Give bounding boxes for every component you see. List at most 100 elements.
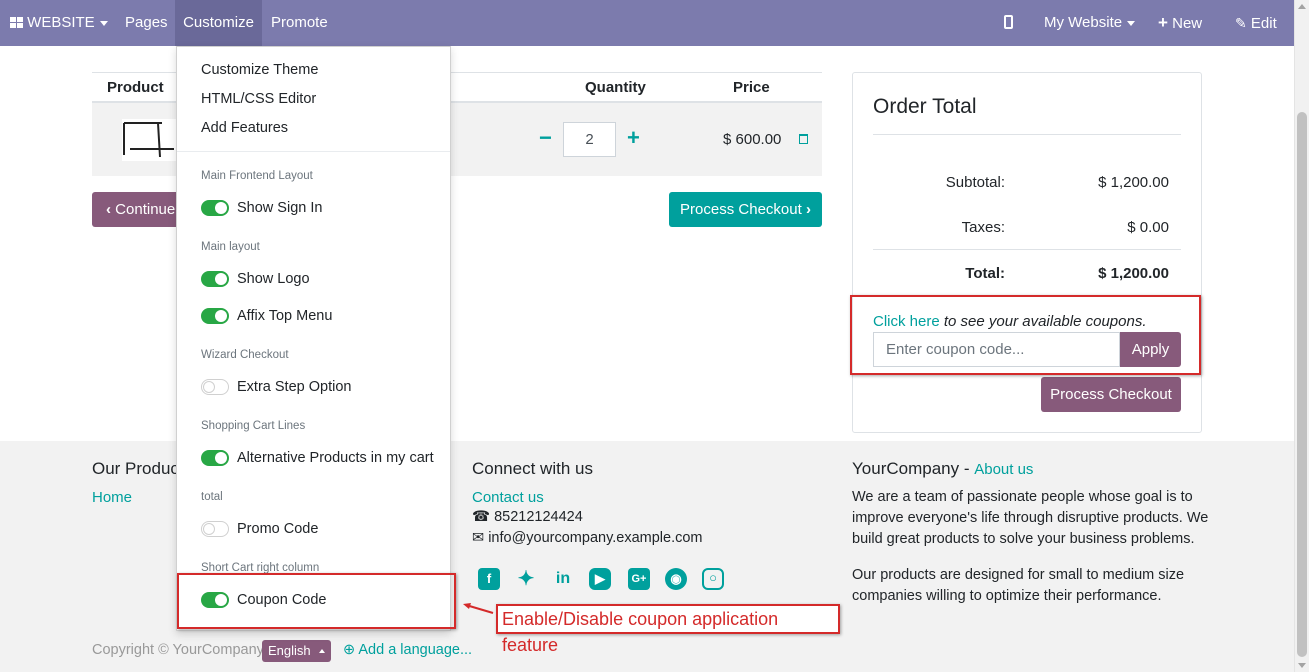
- toggle-extra-step[interactable]: [201, 379, 229, 395]
- quantity-column-header: Quantity: [585, 79, 646, 96]
- language-selector[interactable]: English: [262, 640, 331, 662]
- option-label[interactable]: Affix Top Menu: [237, 308, 332, 324]
- website-menu[interactable]: WEBSITE: [10, 0, 108, 46]
- toggle-alternative-products[interactable]: [201, 450, 229, 466]
- scroll-down-icon[interactable]: [1298, 663, 1306, 668]
- coupon-highlight-box: [850, 295, 1201, 375]
- mobile-preview-button[interactable]: [1004, 0, 1013, 46]
- footer-home-link[interactable]: Home: [92, 489, 132, 506]
- footer-company-title: YourCompany - About us: [852, 459, 1033, 479]
- twitter-icon[interactable]: ✦: [515, 568, 537, 590]
- process-checkout-button[interactable]: Process Checkout ›: [669, 192, 822, 227]
- order-total-title: Order Total: [873, 95, 977, 118]
- checkout-label: Process Checkout: [680, 201, 802, 218]
- edit-label: Edit: [1250, 15, 1277, 32]
- menu-item-html-css-editor[interactable]: HTML/CSS Editor: [201, 91, 316, 107]
- add-language-link[interactable]: ⊕ Add a language...: [343, 642, 472, 658]
- toggle-show-sign-in[interactable]: [201, 200, 229, 216]
- coupon-toggle-highlight-box: [177, 573, 456, 629]
- google-plus-icon[interactable]: G+: [628, 568, 650, 590]
- title-separator: -: [959, 459, 975, 478]
- scrollbar-thumb[interactable]: [1297, 112, 1307, 657]
- continue-shopping-button[interactable]: ‹ Continue: [92, 192, 182, 227]
- option-label[interactable]: Show Logo: [237, 271, 310, 287]
- footer-phone: ☎ 85212124424: [472, 507, 583, 528]
- envelope-icon: ✉: [472, 530, 485, 546]
- footer-products-title: Our Produc: [92, 459, 179, 478]
- trash-icon[interactable]: [799, 134, 808, 144]
- pages-menu[interactable]: Pages: [125, 0, 168, 46]
- option-label[interactable]: Extra Step Option: [237, 379, 351, 395]
- instagram-icon[interactable]: ○: [702, 568, 724, 590]
- language-label: English: [268, 643, 311, 658]
- add-language-label: Add a language...: [358, 642, 473, 658]
- quantity-minus-button[interactable]: −: [539, 126, 552, 150]
- menu-item-add-features[interactable]: Add Features: [201, 120, 288, 136]
- taxes-value: $ 0.00: [1127, 219, 1169, 236]
- subtotal-label: Subtotal:: [945, 174, 1005, 191]
- footer-about-text: We are a team of passionate people whose…: [852, 489, 1209, 547]
- annotation-label: Enable/Disable coupon application featur…: [496, 604, 840, 655]
- email-address: info@yourcompany.example.com: [488, 530, 703, 546]
- pencil-icon: ✎: [1235, 15, 1247, 31]
- section-header: total: [201, 491, 223, 503]
- phone-number: 85212124424: [494, 509, 583, 525]
- promote-menu[interactable]: Promote: [271, 0, 328, 46]
- caret-down-icon: [99, 20, 108, 26]
- chevron-left-icon: ‹: [106, 201, 111, 218]
- my-website-menu[interactable]: My Website: [1044, 0, 1136, 46]
- product-column-header: Product: [107, 79, 164, 96]
- quantity-plus-button[interactable]: +: [627, 126, 640, 150]
- new-button[interactable]: + New: [1158, 0, 1202, 46]
- menu-divider: [177, 151, 450, 152]
- linkedin-icon[interactable]: in: [552, 568, 574, 590]
- footer-contact-link[interactable]: Contact us: [472, 489, 544, 506]
- total-value: $ 1,200.00: [1098, 265, 1169, 282]
- about-us-link[interactable]: About us: [974, 461, 1033, 478]
- youtube-icon[interactable]: ▶: [589, 568, 611, 590]
- toggle-promo-code[interactable]: [201, 521, 229, 537]
- subtotal-value: $ 1,200.00: [1098, 174, 1169, 191]
- taxes-label: Taxes:: [961, 219, 1005, 236]
- company-name: YourCompany: [852, 459, 960, 478]
- phone-icon: ☎: [472, 509, 491, 525]
- caret-down-icon: [1127, 20, 1136, 26]
- plus-circle-icon: ⊕: [343, 642, 356, 658]
- my-website-label: My Website: [1044, 14, 1123, 31]
- section-header: Main layout: [201, 241, 260, 253]
- footer-connect-title: Connect with us: [472, 459, 593, 478]
- continue-label: Continue: [115, 201, 176, 218]
- plus-icon: +: [1158, 13, 1168, 32]
- caret-up-icon: [319, 649, 325, 653]
- section-header: Shopping Cart Lines: [201, 420, 306, 432]
- section-header: Wizard Checkout: [201, 349, 289, 361]
- option-label[interactable]: Alternative Products in my cart: [237, 450, 434, 466]
- mobile-icon: [1004, 15, 1013, 29]
- edit-button[interactable]: ✎ Edit: [1235, 0, 1277, 46]
- option-label[interactable]: Show Sign In: [237, 200, 322, 216]
- copyright: Copyright © YourCompany: [92, 642, 264, 658]
- scroll-up-icon[interactable]: [1298, 4, 1306, 9]
- toggle-show-logo[interactable]: [201, 271, 229, 287]
- chevron-right-icon: ›: [805, 201, 811, 218]
- customize-dropdown: Customize Theme HTML/CSS Editor Add Feat…: [176, 46, 451, 631]
- product-image[interactable]: [122, 119, 178, 161]
- option-label[interactable]: Promo Code: [237, 521, 318, 537]
- github-icon[interactable]: ◉: [665, 568, 687, 590]
- menu-item-customize-theme[interactable]: Customize Theme: [201, 62, 318, 78]
- facebook-icon[interactable]: f: [478, 568, 500, 590]
- footer-products-text: Our products are designed for small to m…: [852, 567, 1185, 604]
- top-navbar: WEBSITE Pages Customize Promote My Websi…: [0, 0, 1294, 46]
- quantity-input[interactable]: [563, 122, 616, 157]
- footer-email: ✉ info@yourcompany.example.com: [472, 528, 703, 549]
- apps-grid-icon: [10, 1, 23, 28]
- line-price: $ 600.00: [723, 131, 782, 148]
- process-checkout-button-2[interactable]: Process Checkout: [1041, 377, 1181, 412]
- divider: [873, 134, 1181, 135]
- website-label: WEBSITE: [27, 14, 95, 31]
- divider: [873, 249, 1181, 250]
- vertical-scrollbar[interactable]: [1294, 0, 1309, 672]
- toggle-affix-top-menu[interactable]: [201, 308, 229, 324]
- section-header: Main Frontend Layout: [201, 170, 313, 182]
- customize-menu[interactable]: Customize: [175, 0, 262, 46]
